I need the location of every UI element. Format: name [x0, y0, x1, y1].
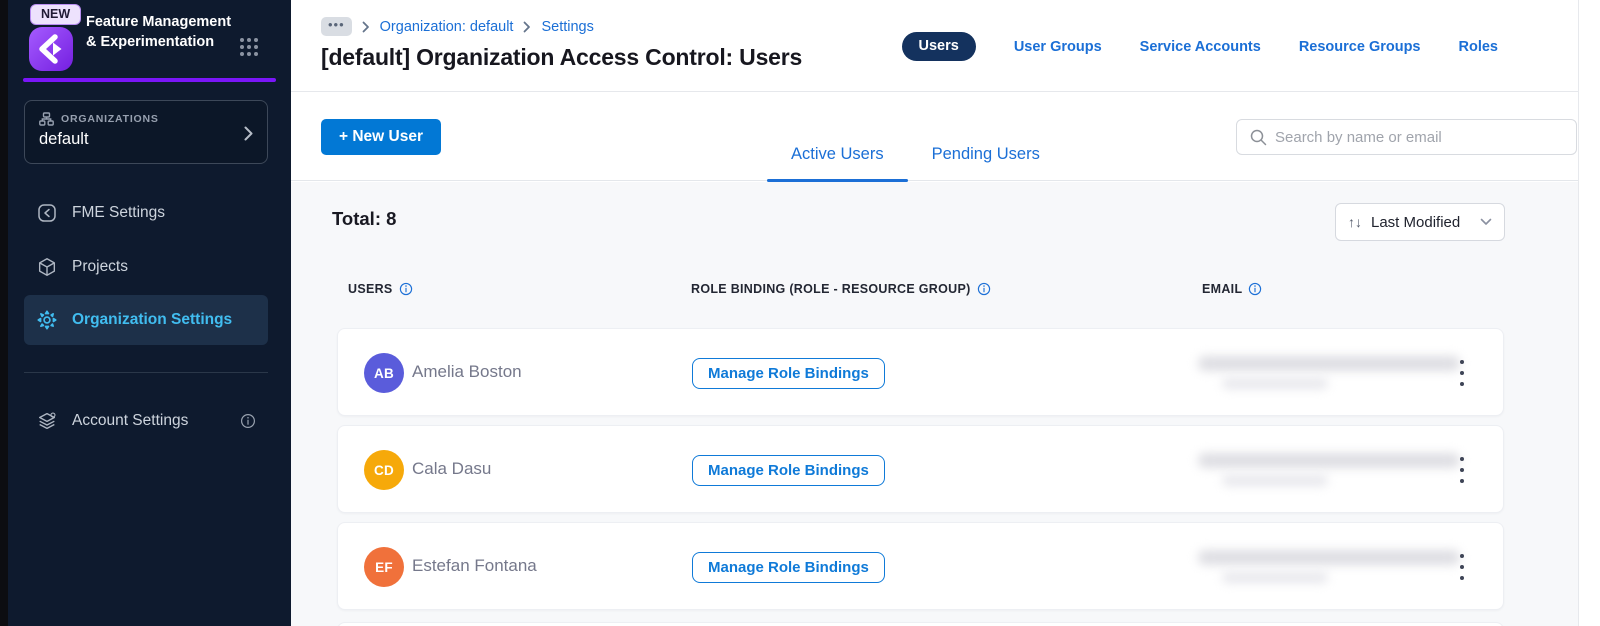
sidebar-item-organization-settings[interactable]: Organization Settings: [24, 295, 268, 345]
users-list-section: Total: 8 ↑↓ Last Modified USERS ROLE BIN…: [291, 182, 1578, 626]
chevron-right-icon: [244, 126, 253, 141]
account-settings-layers-icon: [36, 410, 58, 432]
user-name: Estefan Fontana: [412, 556, 537, 575]
total-count: Total: 8: [332, 208, 397, 229]
manage-role-bindings-button[interactable]: Manage Role Bindings: [692, 358, 885, 389]
nav-tab-users[interactable]: Users: [901, 32, 976, 61]
search-input[interactable]: [1275, 128, 1564, 146]
nav-tab-resource-groups[interactable]: Resource Groups: [1299, 39, 1421, 55]
sort-dropdown-value: Last Modified: [1371, 213, 1461, 231]
product-title: Feature Management & Experimentation: [86, 14, 232, 50]
main-content: ••• Organization: default Settings [defa…: [291, 0, 1579, 626]
nav-tab-service-accounts[interactable]: Service Accounts: [1140, 39, 1261, 55]
brand-divider: [23, 78, 276, 82]
info-icon[interactable]: [1248, 282, 1262, 296]
search-icon: [1249, 128, 1267, 146]
table-row-partial: [337, 622, 1504, 626]
info-icon[interactable]: [399, 282, 413, 296]
sidebar-item-fme-settings[interactable]: FME Settings: [24, 196, 268, 230]
new-badge: NEW: [30, 4, 82, 25]
chevron-right-icon: [362, 21, 370, 33]
breadcrumb-link-organization[interactable]: Organization: default: [380, 19, 514, 35]
projects-cube-icon: [36, 256, 58, 278]
email-redacted: [1198, 545, 1470, 589]
table-row: EF Estefan Fontana Manage Role Bindings: [337, 522, 1504, 610]
table-row: AB Amelia Boston Manage Role Bindings: [337, 328, 1504, 416]
access-control-nav: Users User Groups Service Accounts Resou…: [901, 32, 1499, 61]
chevron-down-icon: [1480, 218, 1492, 226]
avatar: AB: [364, 353, 404, 393]
avatar: EF: [364, 547, 404, 587]
user-name: Amelia Boston: [412, 362, 522, 381]
fme-settings-icon: [36, 202, 58, 224]
sidebar-item-label: FME Settings: [72, 204, 166, 221]
page-title: [default] Organization Access Control: U…: [321, 44, 803, 70]
sort-dropdown[interactable]: ↑↓ Last Modified: [1335, 203, 1505, 241]
module-grid-icon[interactable]: [238, 36, 260, 58]
sort-arrows-icon: ↑↓: [1348, 214, 1362, 230]
row-menu-kebab-icon[interactable]: [1455, 554, 1469, 580]
sidebar-item-projects[interactable]: Projects: [24, 250, 268, 284]
org-selector-label: ORGANIZATIONS: [61, 113, 159, 125]
org-selector-value: default: [39, 130, 89, 148]
page-header: ••• Organization: default Settings [defa…: [291, 0, 1578, 92]
user-name: Cala Dasu: [412, 459, 492, 478]
search-box: [1236, 119, 1577, 155]
table-header-row: USERS ROLE BINDING (ROLE - RESOURCE GROU…: [291, 282, 1578, 298]
column-header-users: USERS: [348, 282, 393, 296]
organizations-icon: [39, 112, 54, 126]
sidebar-divider: [24, 372, 268, 373]
app-window: NEW Feature Management & Experimentation: [0, 0, 1600, 626]
manage-role-bindings-button[interactable]: Manage Role Bindings: [692, 552, 885, 583]
sidebar-item-label: Account Settings: [72, 412, 189, 429]
row-menu-kebab-icon[interactable]: [1455, 457, 1469, 483]
sidebar-item-label: Projects: [72, 258, 128, 275]
chevron-right-icon: [523, 21, 531, 33]
nav-tab-roles[interactable]: Roles: [1459, 39, 1499, 55]
info-icon[interactable]: [977, 282, 991, 296]
sidebar: NEW Feature Management & Experimentation: [8, 0, 291, 626]
user-state-tabs: Active Users Pending Users: [767, 92, 1064, 182]
sidebar-item-account-settings[interactable]: Account Settings: [24, 404, 268, 438]
window-edge: [0, 0, 8, 626]
tab-active-users[interactable]: Active Users: [767, 92, 908, 182]
column-header-role-binding: ROLE BINDING (ROLE - RESOURCE GROUP): [691, 282, 971, 296]
info-icon[interactable]: [240, 413, 256, 429]
manage-role-bindings-button[interactable]: Manage Role Bindings: [692, 455, 885, 486]
column-header-email: EMAIL: [1202, 282, 1243, 296]
row-menu-kebab-icon[interactable]: [1455, 360, 1469, 386]
fme-logo-icon: [28, 26, 74, 72]
toolbar: + New User Active Users Pending Users: [291, 92, 1578, 182]
breadcrumb: ••• Organization: default Settings: [321, 17, 594, 36]
nav-tab-user-groups[interactable]: User Groups: [1014, 39, 1102, 55]
breadcrumb-ellipsis-button[interactable]: •••: [321, 17, 352, 36]
new-user-button[interactable]: + New User: [321, 119, 442, 155]
table-row: CD Cala Dasu Manage Role Bindings: [337, 425, 1504, 513]
gear-icon: [36, 309, 58, 331]
email-redacted: [1198, 448, 1470, 492]
sidebar-item-label: Organization Settings: [72, 311, 233, 328]
email-redacted: [1198, 351, 1470, 395]
org-selector[interactable]: ORGANIZATIONS default: [24, 100, 268, 164]
breadcrumb-link-settings[interactable]: Settings: [541, 19, 593, 35]
avatar: CD: [364, 450, 404, 490]
tab-pending-users[interactable]: Pending Users: [908, 92, 1064, 181]
